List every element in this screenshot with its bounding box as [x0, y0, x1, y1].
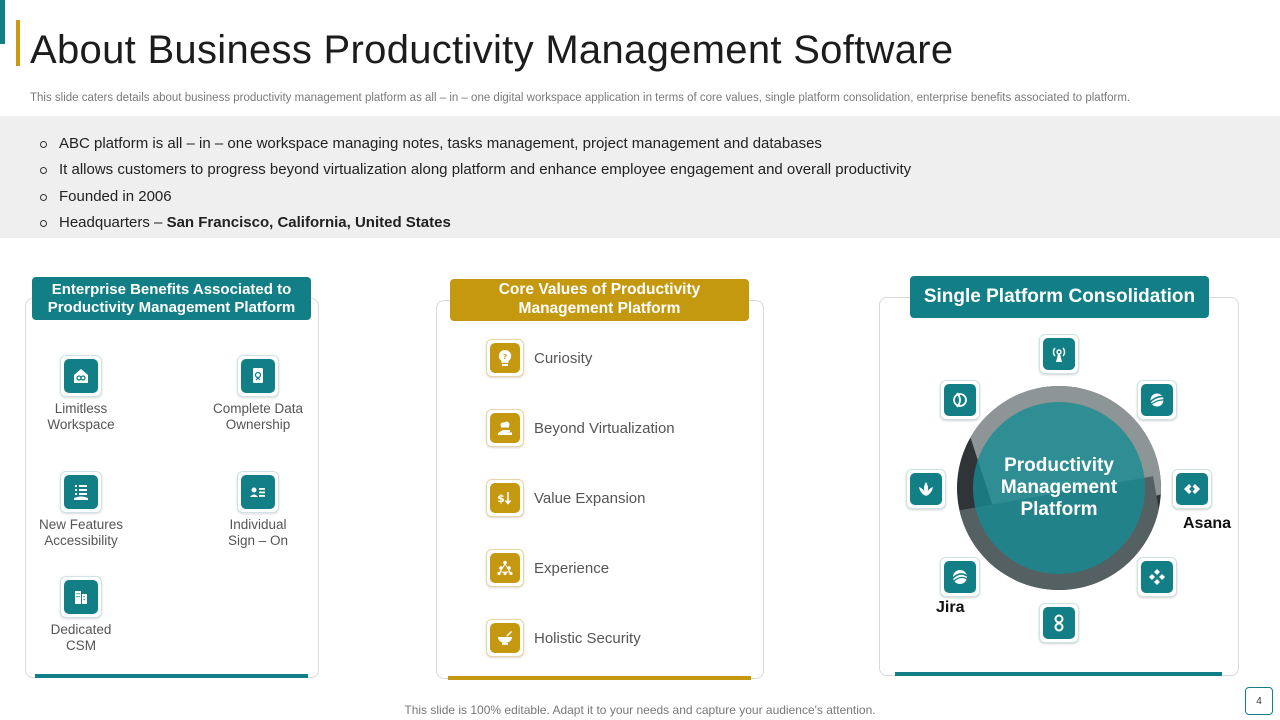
- core-values-underline: [448, 676, 751, 680]
- about-bullet: It allows customers to progress beyond v…: [40, 157, 911, 184]
- core-value-item: Experience: [486, 549, 609, 587]
- about-bullet: Headquarters – San Francisco, California…: [40, 210, 911, 237]
- benefit-label: Complete Data Ownership: [212, 401, 304, 432]
- slide-title: About Business Productivity Management S…: [30, 28, 954, 72]
- bullet-circle-icon: [40, 193, 47, 201]
- corner-accent-bar: [0, 0, 5, 44]
- benefit-label: Individual Sign – On: [227, 517, 289, 548]
- about-bullet-list: ABC platform is all – in – one workspace…: [40, 130, 911, 236]
- leaf-logo-icon: [906, 469, 946, 509]
- benefit-item: New Features Accessibility: [16, 471, 146, 549]
- benefits-header: Enterprise Benefits Associated to Produc…: [32, 277, 311, 320]
- benefit-label: New Features Accessibility: [38, 517, 124, 548]
- cloud-hand-icon: [486, 409, 524, 447]
- swirl-logo-icon: [940, 380, 980, 420]
- footer-note: This slide is 100% editable. Adapt it to…: [404, 703, 876, 717]
- center-photo-circle: Productivity Management Platform: [957, 386, 1161, 590]
- benefit-label: Dedicated CSM: [50, 622, 112, 653]
- core-values-header: Core Values of Productivity Management P…: [450, 279, 749, 321]
- bullet-circle-icon: [40, 140, 47, 148]
- building-icon: [60, 576, 102, 618]
- features-list-icon: [60, 471, 102, 513]
- core-value-label: Experience: [534, 559, 610, 577]
- about-bullet: ABC platform is all – in – one workspace…: [40, 130, 911, 157]
- core-value-item: $ Value Expansion: [486, 479, 645, 517]
- core-value-label: Curiosity: [534, 349, 593, 367]
- benefit-item: Limitless Workspace: [16, 355, 146, 433]
- figure-eight-logo-icon: [1039, 603, 1079, 643]
- benefits-underline: [35, 674, 308, 678]
- consolidation-underline: [895, 672, 1222, 676]
- benefit-item: Individual Sign – On: [193, 471, 323, 549]
- core-value-item: ? Curiosity: [486, 339, 592, 377]
- about-bullet: Founded in 2006: [40, 183, 911, 210]
- core-value-item: Beyond Virtualization: [486, 409, 675, 447]
- slide-subtitle: This slide caters details about business…: [30, 92, 1131, 104]
- id-card-icon: [237, 471, 279, 513]
- lightbulb-icon: ?: [486, 339, 524, 377]
- page-number: 4: [1245, 687, 1273, 715]
- handshake-logo-icon: [1172, 469, 1212, 509]
- diamond-logo-icon: [1137, 557, 1177, 597]
- brand-label-asana: Asana: [1183, 515, 1232, 532]
- core-value-label: Holistic Security: [534, 629, 641, 647]
- core-value-label: Beyond Virtualization: [534, 419, 675, 437]
- data-ownership-icon: [237, 355, 279, 397]
- svg-text:$: $: [497, 492, 505, 505]
- consolidation-header: Single Platform Consolidation: [910, 276, 1209, 318]
- svg-text:?: ?: [503, 353, 507, 361]
- dollar-arrows-icon: $: [486, 479, 524, 517]
- bullet-circle-icon: [40, 220, 47, 228]
- benefit-item: Complete Data Ownership: [193, 355, 323, 433]
- benefit-item: Dedicated CSM: [16, 576, 146, 654]
- radio-tower-icon: [1039, 334, 1079, 374]
- center-platform-label: Productivity Management Platform: [1000, 455, 1118, 520]
- brand-label-jira: Jira: [936, 599, 965, 616]
- bullet-circle-icon: [40, 167, 47, 175]
- planet-logo-icon: [1137, 380, 1177, 420]
- team-pyramid-icon: [486, 549, 524, 587]
- title-accent-bar: [16, 20, 20, 66]
- wave-globe-logo-icon: [940, 557, 980, 597]
- core-value-item: Holistic Security: [486, 619, 641, 657]
- workspace-icon: [60, 355, 102, 397]
- core-value-label: Value Expansion: [534, 489, 646, 507]
- benefit-label: Limitless Workspace: [47, 401, 115, 432]
- mortar-bowl-icon: [486, 619, 524, 657]
